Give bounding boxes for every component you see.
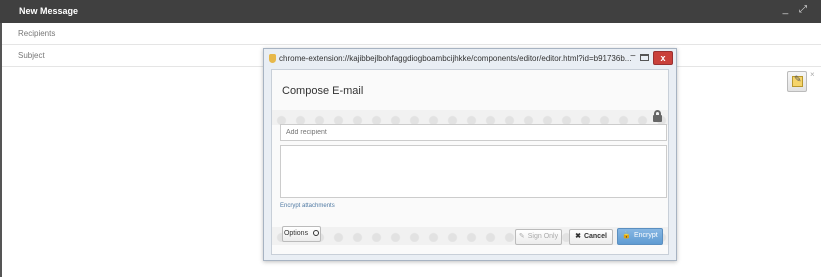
lock-pattern-band [272, 110, 668, 125]
sign-only-label: Sign Only [527, 233, 559, 240]
popup-titlebar: chrome-extension://kajibbejlbohfaggdiogb… [264, 49, 676, 69]
editor-popup-window: chrome-extension://kajibbejlbohfaggdiogb… [263, 48, 677, 261]
compose-window-header: New Message _ ⤢ [0, 0, 821, 23]
extension-close-icon[interactable]: × [810, 70, 815, 79]
options-label: Options [283, 230, 309, 237]
add-recipient-input[interactable] [280, 124, 667, 141]
encrypt-attachments-link[interactable]: Encrypt attachments [280, 203, 335, 209]
pencil-icon: ✎ [518, 233, 525, 240]
window-controls[interactable]: _ ⤢ [783, 4, 811, 15]
cancel-label: Cancel [583, 233, 607, 240]
close-button[interactable]: x [653, 51, 673, 65]
recipients-label: Recipients [18, 29, 56, 38]
encrypt-label: Encrypt [633, 232, 658, 239]
popup-url: chrome-extension://kajibbejlbohfaggdiogb… [279, 54, 632, 63]
cancel-icon: ✖ [575, 233, 581, 240]
encrypt-button[interactable]: 🔒 Encrypt [617, 228, 663, 245]
compose-email-heading: Compose E-mail [282, 85, 364, 97]
extension-editor-button[interactable]: ✎ [787, 71, 807, 92]
pen-icon: ✎ [794, 74, 802, 84]
compose-email-panel: Compose E-mail Encrypt attachments Optio… [271, 69, 669, 255]
lock-icon [653, 110, 662, 122]
cancel-button[interactable]: ✖ Cancel [569, 229, 613, 245]
subject-label: Subject [18, 51, 45, 60]
message-body-editor[interactable] [280, 145, 667, 198]
maximize-button[interactable] [640, 54, 649, 61]
compose-window-title: New Message [19, 6, 79, 16]
sign-only-button[interactable]: ✎ Sign Only [515, 229, 562, 245]
chevron-circle-icon [313, 230, 320, 236]
recipients-field[interactable]: Recipients [2, 23, 821, 45]
lock-icon: 🔒 [622, 232, 631, 239]
extension-shield-icon [269, 54, 276, 63]
options-button[interactable]: Options [282, 226, 321, 242]
minimize-button[interactable]: − [630, 51, 636, 62]
